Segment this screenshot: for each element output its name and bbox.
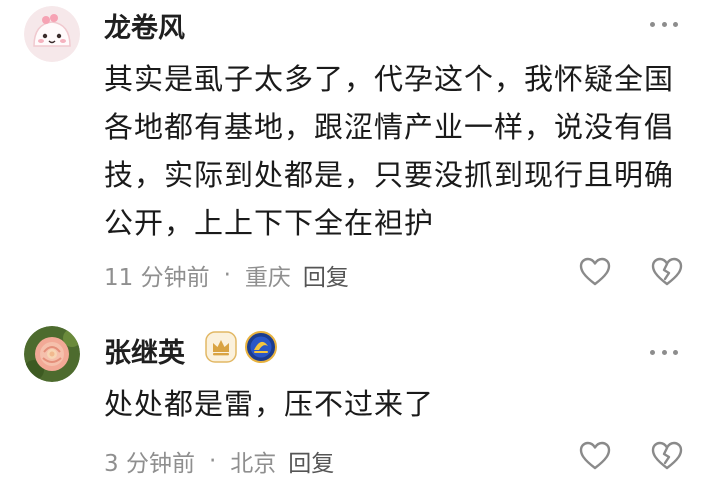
meta-separator: ·	[208, 448, 217, 474]
reply-button[interactable]: 回复	[288, 444, 334, 478]
meta-separator: ·	[223, 262, 231, 288]
comment-meta: 11 分钟前 · 重庆 回复	[104, 258, 349, 292]
avatar[interactable]	[24, 6, 80, 62]
comment-text: 其实是虱子太多了，代孕这个，我怀疑全国各地都有基地，跟涩情产业一样，说没有倡技，…	[104, 62, 675, 240]
reply-button[interactable]: 回复	[303, 258, 349, 292]
username[interactable]: 张继英	[104, 331, 185, 370]
comment-location: 重庆	[244, 265, 291, 291]
comment-item: 张继英 处处都是雷，压不过来了 3 分钟前 · 北京 回复	[0, 306, 720, 486]
crown-badge-icon	[205, 331, 237, 363]
comment-text: 处处都是雷，压不过来了	[104, 387, 435, 421]
username[interactable]: 龙卷风	[104, 6, 185, 45]
like-heart-icon[interactable]	[578, 256, 612, 288]
comment-meta: 3 分钟前 · 北京 回复	[104, 444, 334, 478]
comment-location: 北京	[230, 451, 277, 477]
broken-heart-icon[interactable]	[650, 440, 684, 472]
medal-badge-icon	[245, 331, 277, 363]
avatar[interactable]	[24, 326, 80, 382]
like-heart-icon[interactable]	[578, 440, 612, 472]
comment-item: 龙卷风 其实是虱子太多了，代孕这个，我怀疑全国各地都有基地，跟涩情产业一样，说没…	[0, 0, 720, 306]
broken-heart-icon[interactable]	[650, 256, 684, 288]
more-options-icon[interactable]	[650, 20, 678, 28]
comment-time: 3 分钟前	[104, 451, 195, 477]
comment-time: 11 分钟前	[104, 265, 210, 291]
more-options-icon[interactable]	[650, 348, 678, 356]
